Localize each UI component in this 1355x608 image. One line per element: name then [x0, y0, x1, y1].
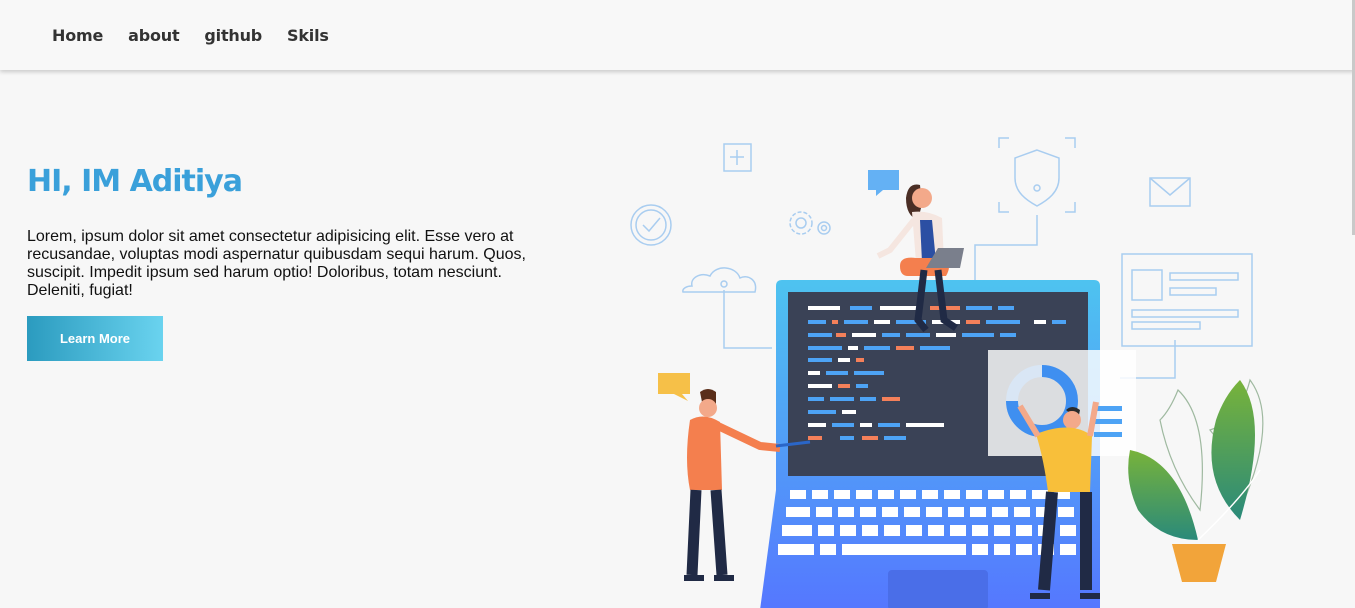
nav-link-home[interactable]: Home: [52, 26, 103, 45]
shield-icon: [998, 137, 1076, 213]
nav-link-skils[interactable]: Skils: [287, 26, 329, 45]
mail-icon: [1149, 177, 1191, 207]
developer-illustration: [630, 137, 1264, 608]
plant-illustration: [1128, 378, 1264, 582]
navbar: Home about github Skils: [0, 0, 1355, 70]
gear-icon: [789, 211, 831, 235]
learn-more-button[interactable]: Learn More: [27, 316, 163, 361]
nav-link-about[interactable]: about: [128, 26, 179, 45]
hero-description: Lorem, ipsum dolor sit amet consectetur …: [27, 228, 526, 299]
hero-title: HI, IM Aditiya: [27, 164, 243, 199]
nav-links: Home about github Skils: [52, 0, 329, 70]
plus-square-icon: [723, 143, 752, 172]
nav-link-github[interactable]: github: [204, 26, 262, 45]
cloud-icon: [682, 267, 757, 293]
check-circle-icon: [630, 204, 672, 246]
